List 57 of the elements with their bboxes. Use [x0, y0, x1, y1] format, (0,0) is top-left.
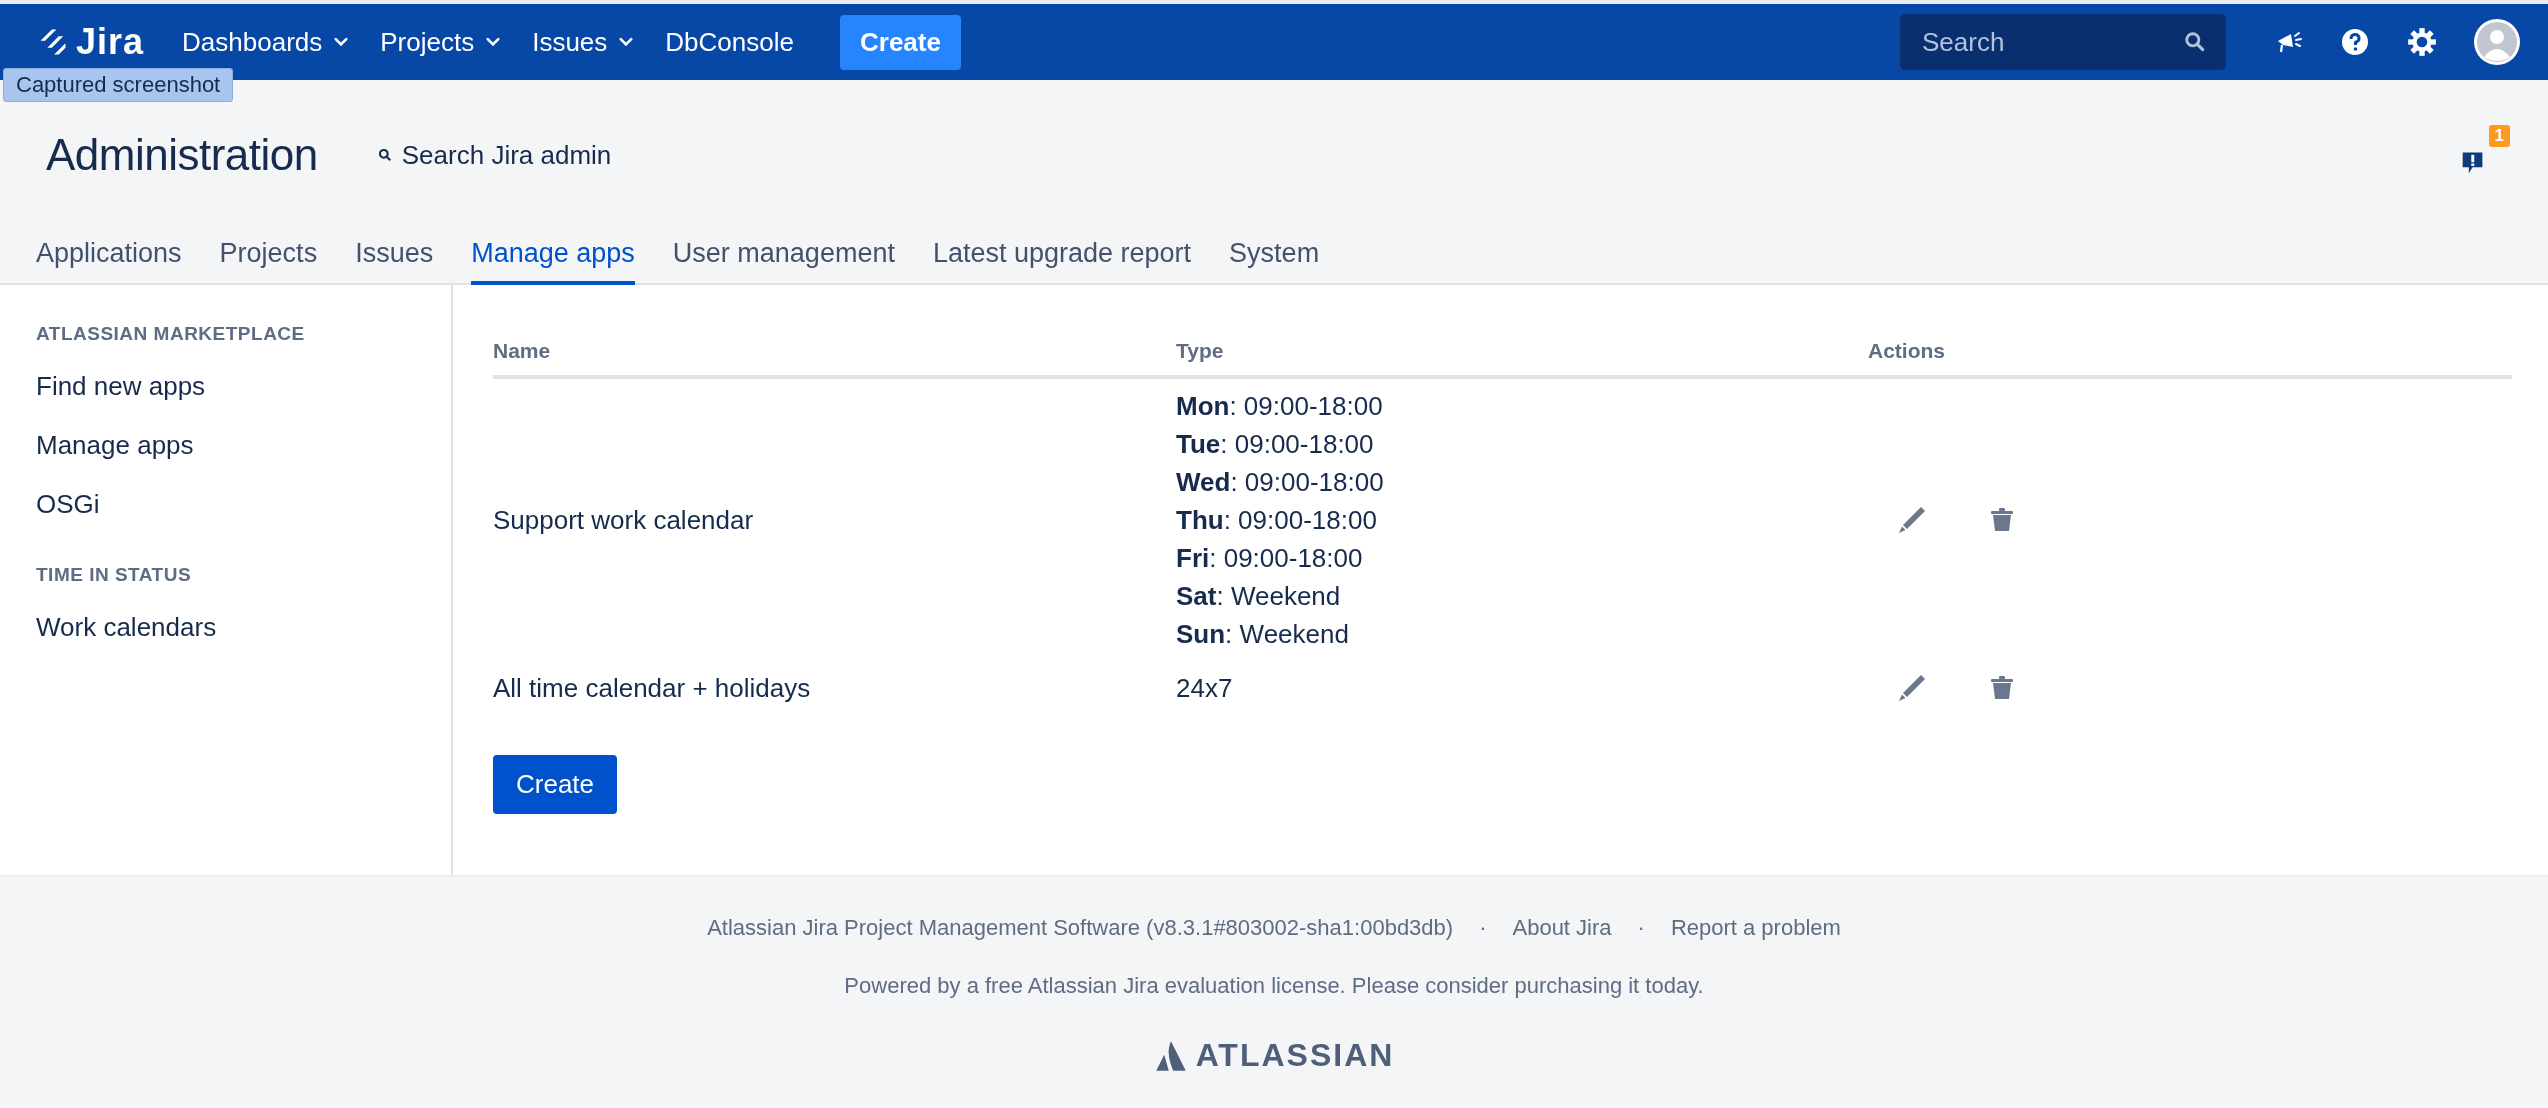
schedule-line: Tue: 09:00-18:00 [1176, 428, 1375, 461]
sidebar-item[interactable]: Work calendars [36, 598, 415, 657]
nav-menu-item[interactable]: Issues [532, 26, 634, 58]
jira-logo-text[interactable]: Jira [76, 21, 145, 63]
schedule-line: Sun: Weekend [1176, 618, 1350, 651]
caret-icon [334, 37, 349, 47]
help-icon[interactable] [2340, 27, 2370, 57]
schedule-line: Thu: 09:00-18:00 [1176, 504, 1378, 537]
nav-menu-item[interactable]: Projects [380, 26, 501, 58]
separator-dot: · [1479, 915, 1487, 941]
admin-tab[interactable]: Issues [355, 230, 434, 285]
delete-icon[interactable] [1990, 507, 2014, 533]
version-text: Atlassian Jira Project Management Software (v8.3.1#803002-sha1:00bd3db) [707, 915, 1454, 941]
schedule-line: Fri: 09:00-18:00 [1176, 542, 1364, 575]
admin-tab[interactable]: Applications [36, 230, 182, 285]
avatar-icon[interactable] [2474, 19, 2520, 65]
page-title: Administration [46, 130, 318, 180]
sidebar-item[interactable]: OSGi [36, 475, 415, 534]
admin-search-link[interactable]: Search Jira admin [377, 139, 612, 171]
column-header: Type [1176, 329, 1868, 377]
search-icon [2184, 31, 2206, 53]
column-header: Actions [1868, 329, 2512, 377]
calendar-name: Support work calendar [493, 504, 754, 535]
footer-link[interactable]: About Jira [1512, 915, 1612, 941]
column-header: Name [493, 329, 1176, 377]
settings-icon[interactable] [2406, 26, 2438, 58]
search-field[interactable]: Search [1900, 14, 2226, 70]
sidebar-item[interactable]: Manage apps [36, 416, 415, 475]
search-icon [377, 148, 392, 162]
admin-tab[interactable]: Projects [219, 230, 318, 285]
schedule-line: Sat: Weekend [1176, 580, 1342, 613]
edit-icon[interactable] [1896, 504, 1928, 536]
nav-menu-item[interactable]: DbConsole [665, 26, 794, 58]
create-button[interactable]: Create [493, 755, 618, 814]
notification-badge: 1 [2488, 125, 2510, 147]
atlassian-logo-text[interactable]: ATLASSIAN [1195, 1037, 1395, 1074]
sidebar-heading: TIME IN STATUS [36, 564, 193, 586]
admin-tab[interactable]: Latest upgrade report [932, 230, 1192, 285]
caret-icon [619, 37, 634, 47]
sidebar-heading: ATLASSIAN MARKETPLACE [36, 323, 306, 345]
sidebar-item[interactable]: Find new apps [36, 357, 415, 416]
admin-tab[interactable]: System [1229, 230, 1320, 285]
schedule-line: Mon: 09:00-18:00 [1176, 390, 1384, 423]
delete-icon[interactable] [1990, 675, 2014, 701]
search-input[interactable]: Search [1920, 25, 2184, 59]
license-text: Powered by a free Atlassian Jira evaluation license. Please consider purchasing it today. [844, 973, 1704, 999]
admin-tab[interactable]: User management [672, 230, 895, 285]
tooltip: Captured screenshot [3, 68, 234, 102]
edit-icon[interactable] [1896, 672, 1928, 704]
caret-icon [486, 37, 501, 47]
footer-link[interactable]: Report a problem [1670, 915, 1841, 941]
schedule-line: 24x7 [1176, 672, 1234, 705]
separator-dot: · [1637, 915, 1645, 941]
create-button[interactable]: Create [840, 14, 961, 70]
nav-menu-item[interactable]: Dashboards [182, 26, 349, 58]
calendar-name: All time calendar + holidays [493, 672, 811, 703]
schedule-line: Wed: 09:00-18:00 [1176, 466, 1385, 499]
